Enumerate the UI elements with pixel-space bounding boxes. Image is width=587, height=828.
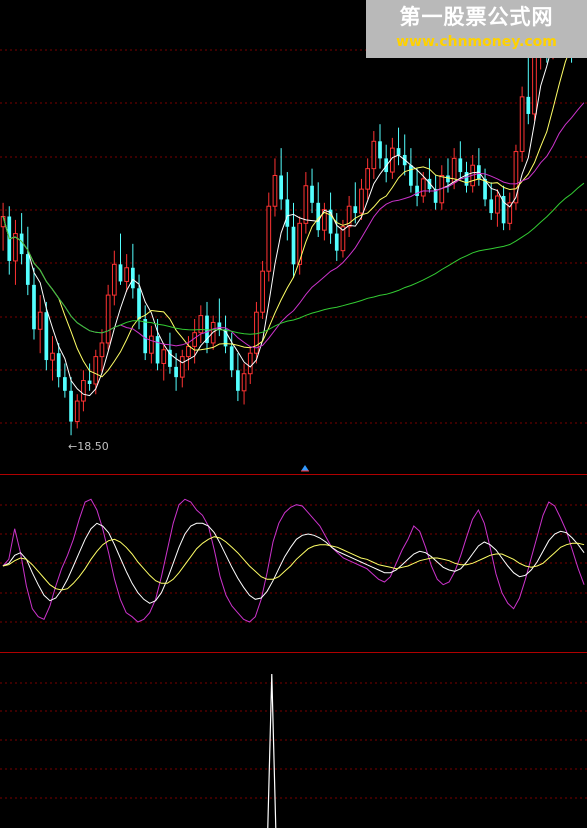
- candle-body: [409, 165, 413, 186]
- oscillator-lines: [2, 498, 585, 623]
- signal-spike-line: [267, 673, 277, 828]
- candle-body: [495, 195, 500, 214]
- candle-body: [179, 356, 185, 378]
- candle-body: [236, 370, 240, 391]
- candle-body: [519, 96, 525, 153]
- candle-body: [143, 319, 148, 354]
- candle-body: [44, 312, 49, 361]
- candle-body: [99, 342, 105, 358]
- candle-body: [353, 206, 358, 214]
- candle-body: [359, 188, 364, 214]
- candle-body: [198, 315, 204, 334]
- candle-body: [316, 202, 321, 231]
- watermark-url: www.chnmoney.com: [396, 34, 557, 50]
- candle-body: [247, 352, 253, 375]
- candle-body: [241, 373, 247, 392]
- divider-arrow-icon: [301, 465, 309, 471]
- candle-body: [378, 141, 382, 159]
- candle-body: [365, 168, 371, 190]
- candle-body: [371, 140, 377, 170]
- candle-body: [37, 311, 43, 330]
- candle-body: [415, 185, 419, 196]
- candle-body: [396, 148, 401, 155]
- candle-body: [161, 349, 167, 364]
- panel-divider-arrow: [301, 465, 309, 472]
- signal-spike: [267, 673, 277, 828]
- candle-body: [50, 352, 55, 361]
- candle-body: [155, 336, 160, 364]
- candle-body: [93, 356, 99, 385]
- candle-body: [118, 264, 123, 282]
- candle-body: [87, 380, 92, 384]
- candle-body: [74, 400, 80, 423]
- candle-body: [186, 345, 191, 358]
- stock-chart: ←18.50: [0, 0, 587, 828]
- candle-body: [513, 151, 519, 204]
- candle-body: [291, 226, 296, 265]
- candle-body: [32, 284, 36, 330]
- candle-body: [124, 267, 130, 282]
- candle-body: [25, 254, 30, 285]
- candle-body: [334, 233, 339, 251]
- site-watermark: 第一股票公式网 www.chnmoney.com: [366, 0, 587, 58]
- candle-body: [174, 366, 178, 378]
- candle-body: [310, 185, 314, 203]
- candle-body: [526, 96, 531, 114]
- candle-body: [105, 294, 111, 344]
- candle-body: [137, 288, 141, 320]
- candle-body: [81, 380, 86, 402]
- candle-body: [489, 199, 494, 214]
- watermark-title: 第一股票公式网: [399, 5, 554, 29]
- candle-body: [260, 270, 265, 313]
- low-price-marker: ←18.50: [68, 440, 109, 453]
- candle-body: [272, 174, 278, 207]
- candle-body: [63, 377, 67, 391]
- candle-body: [229, 346, 234, 371]
- gridlines: [0, 49, 587, 799]
- candle-body: [266, 205, 272, 272]
- candle-body: [532, 48, 537, 115]
- candle-body: [458, 158, 463, 173]
- candle-body: [279, 175, 283, 200]
- candle-body: [285, 199, 290, 227]
- candle-body: [420, 178, 426, 197]
- candle-body: [446, 175, 450, 183]
- candle-body: [303, 185, 309, 224]
- candle-body: [69, 390, 73, 422]
- candle-body: [149, 335, 154, 354]
- candle-body: [56, 353, 61, 378]
- low-price-label: ←18.50: [68, 440, 109, 453]
- candle-body: [130, 267, 135, 289]
- candle-body: [111, 263, 117, 296]
